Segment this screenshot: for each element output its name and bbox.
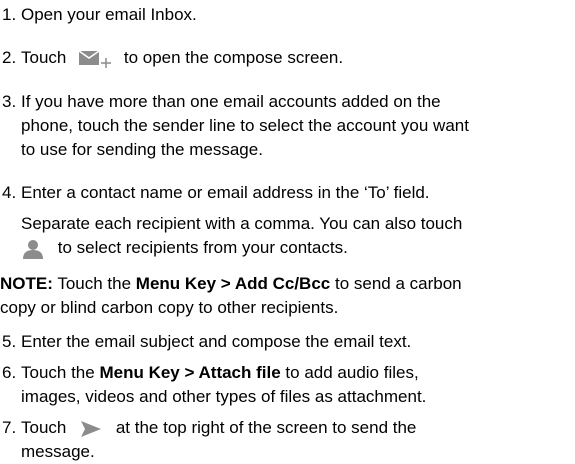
step-number: 4. [2, 183, 17, 202]
contacts-person-icon [21, 238, 45, 260]
step-text: Open your email Inbox. [21, 5, 197, 24]
step-text-pre: Touch the [21, 363, 95, 382]
step-4-sub-1: Separate each recipient with a comma. Yo… [21, 214, 463, 233]
compose-mail-icon [77, 48, 113, 70]
step-4-sub-2: to select recipients from your contacts. [21, 236, 348, 260]
step-number: 5. [2, 332, 17, 351]
step-number: 3. [2, 92, 17, 111]
step-text-post: to open the compose screen. [123, 48, 344, 67]
step-7-line-2: message. [21, 442, 95, 461]
step-text-post: at the top right of the screen to send t… [115, 418, 417, 437]
note-line-1: NOTE: Touch the Menu Key > Add Cc/Bcc to… [0, 272, 462, 296]
step-text-line: If you have more than one email accounts… [21, 92, 441, 111]
step-text-post: to add audio files, [285, 363, 419, 382]
step-text-pre: Touch [21, 418, 67, 437]
step-bold-text: Menu Key > Attach file [99, 363, 281, 382]
step-3-line-2: phone, touch the sender line to select t… [21, 116, 469, 135]
step-number: 1. [2, 5, 17, 24]
step-text-pre: Touch [21, 48, 67, 67]
step-3-line-3: to use for sending the message. [21, 140, 263, 159]
note-label: NOTE: [0, 274, 53, 293]
step-text: Enter a contact name or email address in… [21, 183, 430, 202]
note-text-pre: Touch the [57, 274, 132, 293]
step-text: to select recipients from your contacts. [57, 238, 348, 257]
step-6-line-2: images, videos and other types of files … [21, 387, 427, 406]
note-bold-text: Menu Key > Add Cc/Bcc [135, 274, 331, 293]
send-icon [79, 419, 103, 439]
note-text-post: to send a carbon [334, 274, 462, 293]
step-number: 6. [2, 363, 17, 382]
document-page: 1. Open your email Inbox. 2. Touch to op… [0, 0, 575, 464]
step-number: 7. [2, 418, 17, 437]
note-line-2: copy or blind carbon copy to other recip… [0, 298, 339, 317]
step-number: 2. [2, 48, 17, 67]
step-text: Enter the email subject and compose the … [21, 332, 412, 351]
